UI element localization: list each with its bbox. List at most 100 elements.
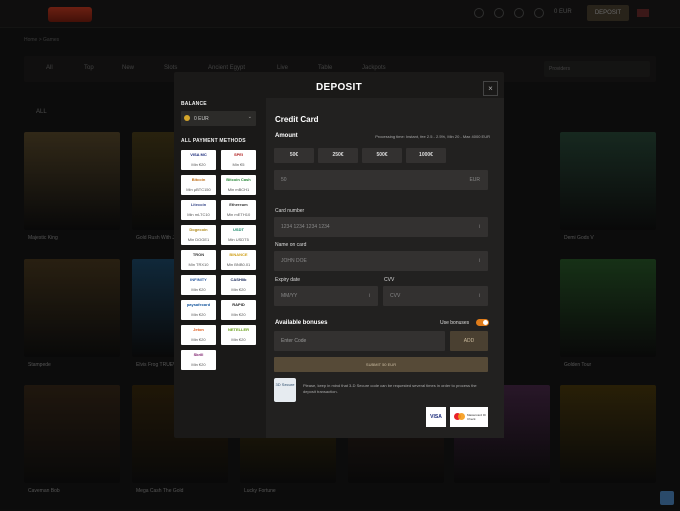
payment-method-name: Jeton <box>193 327 204 332</box>
3d-secure-icon: 3D Secure <box>274 378 296 402</box>
payment-method-name: Bitcoin <box>191 177 206 182</box>
payment-method-min: Min €20 <box>231 287 246 292</box>
expiry-placeholder: MM/YY <box>281 293 298 299</box>
name-label: Name on card <box>275 242 307 248</box>
payment-method-min: Min DOGE1 <box>187 237 210 242</box>
payment-method-name: CASHlib <box>230 277 247 282</box>
processing-info: Processing time: Instant, fee 2.5 - 2.5%… <box>375 134 490 139</box>
payment-method-min: Min mETH10 <box>226 212 251 217</box>
form-title: Credit Card <box>275 115 319 124</box>
amount-value: 50 <box>281 177 287 183</box>
coin-icon <box>184 115 190 121</box>
payment-method-name: Dogecoin <box>189 227 208 232</box>
use-bonuses-label: Use bonuses <box>440 320 470 326</box>
amount-label: Amount <box>275 133 298 139</box>
payment-method-name: BINANCE <box>229 252 248 257</box>
payment-method-name: SPEI <box>233 152 244 157</box>
mastercard-circle-icon <box>458 413 465 420</box>
payment-method-name: Bitcoin Cash <box>226 177 251 182</box>
payment-method-option[interactable]: VISA MC Min €20 <box>181 150 216 170</box>
payment-method-min: Min €20 <box>231 337 246 342</box>
amount-250-button[interactable]: 250€ <box>318 148 358 163</box>
chevron-down-icon: ⌄ <box>247 114 252 120</box>
cvv-label: CVV <box>384 277 395 283</box>
mastercard-label: Mastercard ID Check <box>467 413 486 421</box>
amount-input[interactable]: 50 EUR <box>274 170 488 190</box>
expiry-label: Expiry date <box>275 277 301 283</box>
payment-method-option[interactable]: Bitcoin Cash Min mBCH1 <box>221 175 256 195</box>
credit-card-form: Credit Card Amount Processing time: Inst… <box>266 98 504 438</box>
payment-method-name: Skrill <box>193 352 204 357</box>
payment-method-option[interactable]: Bitcoin Min μBTC150 <box>181 175 216 195</box>
secure-note: Please, keep in mind that 3-D Secure cod… <box>303 383 477 394</box>
payment-method-min: Min €20 <box>191 162 206 167</box>
payment-method-option[interactable]: TRON Min TRX10 <box>181 250 216 270</box>
name-input[interactable]: JOHN DOE i <box>274 251 488 271</box>
payment-method-option[interactable]: SPEI Min €5 <box>221 150 256 170</box>
balance-select[interactable]: 0 EUR ⌄ <box>181 111 256 126</box>
payment-method-min: Min mLTC10 <box>187 212 210 217</box>
payment-methods-panel: BALANCE 0 EUR ⌄ ALL PAYMENT METHODS VISA… <box>174 98 266 438</box>
payment-method-min: Min €5 <box>232 162 245 167</box>
bonuses-label: Available bonuses <box>275 320 328 326</box>
payment-method-option[interactable]: NETELLER Min €20 <box>221 325 256 345</box>
submit-button[interactable]: SUBMIT 50 EUR <box>274 357 488 372</box>
info-icon: i <box>368 293 370 299</box>
payment-method-option[interactable]: USDT Min USDT5 <box>221 225 256 245</box>
close-icon[interactable]: × <box>483 81 498 96</box>
chat-icon[interactable] <box>660 491 674 505</box>
payment-method-min: Min TRX10 <box>188 262 209 267</box>
cvv-input[interactable]: CVV i <box>383 286 488 306</box>
payment-method-name: TRON <box>192 252 205 257</box>
name-placeholder: JOHN DOE <box>281 258 307 264</box>
info-icon: i <box>478 224 480 230</box>
payment-method-option[interactable]: Skrill Min €20 <box>181 350 216 370</box>
info-icon: i <box>478 293 480 299</box>
payment-method-min: Min BNB0.01 <box>226 262 251 267</box>
payment-method-option[interactable]: Litecoin Min mLTC10 <box>181 200 216 220</box>
bonus-code-input[interactable]: Enter Code <box>274 331 445 351</box>
modal-title: DEPOSIT <box>316 82 362 93</box>
payment-method-name: NETELLER <box>227 327 250 332</box>
payment-method-min: Min €20 <box>191 287 206 292</box>
payment-method-min: Min μBTC150 <box>186 187 211 192</box>
amount-500-button[interactable]: 500€ <box>362 148 402 163</box>
methods-label: ALL PAYMENT METHODS <box>181 138 246 144</box>
visa-logo: VISA <box>426 407 446 427</box>
payment-method-name: INFINITY <box>190 277 207 282</box>
payment-method-name: Ethereum <box>229 202 248 207</box>
payment-method-option[interactable]: Dogecoin Min DOGE1 <box>181 225 216 245</box>
payment-method-min: Min USDT5 <box>228 237 249 242</box>
payment-method-min: Min mBCH1 <box>227 187 250 192</box>
payment-method-min: Min €20 <box>231 312 246 317</box>
payment-method-option[interactable]: paysafecard Min €20 <box>181 300 216 320</box>
mastercard-id-check-logo: Mastercard ID Check <box>450 407 488 427</box>
payment-method-name: paysafecard <box>186 302 211 307</box>
card-number-placeholder: 1234 1234 1234 1234 <box>281 224 330 230</box>
card-number-input[interactable]: 1234 1234 1234 1234 i <box>274 217 488 237</box>
amount-1000-button[interactable]: 1000€ <box>406 148 446 163</box>
info-icon: i <box>478 258 480 264</box>
use-bonuses-toggle[interactable] <box>476 319 489 326</box>
balance-label: BALANCE <box>181 101 207 107</box>
payment-method-name: RAPID <box>232 302 245 307</box>
expiry-input[interactable]: MM/YY i <box>274 286 378 306</box>
payment-method-option[interactable]: BINANCE Min BNB0.01 <box>221 250 256 270</box>
payment-method-option[interactable]: Jeton Min €20 <box>181 325 216 345</box>
payment-method-option[interactable]: Ethereum Min mETH10 <box>221 200 256 220</box>
payment-method-min: Min €20 <box>191 362 206 367</box>
amount-currency: EUR <box>469 177 480 183</box>
payment-method-option[interactable]: CASHlib Min €20 <box>221 275 256 295</box>
payment-method-min: Min €20 <box>191 337 206 342</box>
balance-select-value: 0 EUR <box>194 116 209 122</box>
payment-method-min: Min €20 <box>191 312 206 317</box>
payment-method-option[interactable]: RAPID Min €20 <box>221 300 256 320</box>
payment-method-name: VISA MC <box>190 152 207 157</box>
deposit-modal: DEPOSIT × BALANCE 0 EUR ⌄ ALL PAYMENT ME… <box>174 72 504 438</box>
add-code-button[interactable]: ADD <box>450 331 488 351</box>
payment-method-name: USDT <box>233 227 244 232</box>
payment-method-option[interactable]: INFINITY Min €20 <box>181 275 216 295</box>
payment-method-name: Litecoin <box>190 202 207 207</box>
card-number-label: Card number <box>275 208 305 214</box>
amount-50-button[interactable]: 50€ <box>274 148 314 163</box>
